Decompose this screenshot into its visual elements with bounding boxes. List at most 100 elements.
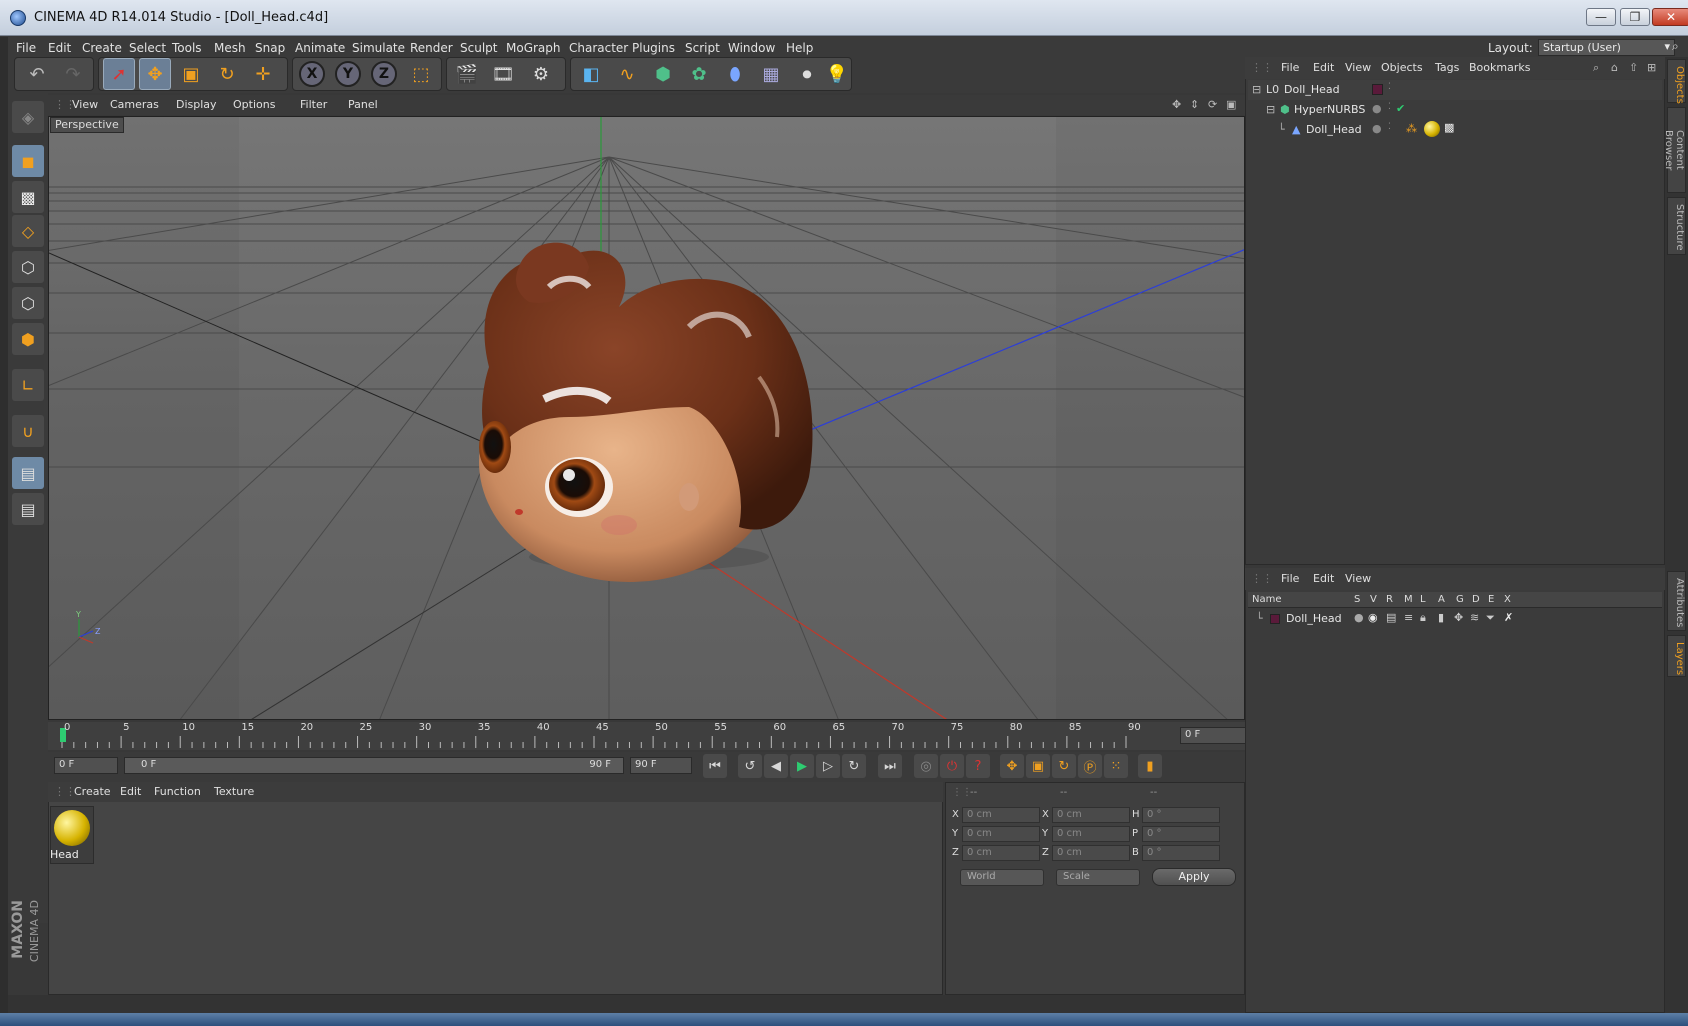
edges-mode-icon[interactable]: ⬡ bbox=[12, 287, 44, 319]
key-parameter-icon[interactable]: Ⓟ bbox=[1078, 754, 1102, 778]
next-key-icon[interactable]: ↻ bbox=[842, 754, 866, 778]
grid-snap-icon[interactable]: ▤ bbox=[12, 493, 44, 525]
undo-icon[interactable]: ↶ bbox=[21, 58, 53, 90]
object-row-doll-head-mesh[interactable]: └ ▲ Doll_Head ● ⁚ ⁂ ▩ bbox=[1248, 120, 1662, 140]
y-axis-lock-button[interactable]: Y bbox=[335, 61, 361, 87]
layer-color-swatch[interactable] bbox=[1372, 84, 1383, 95]
menu-edit[interactable]: Edit bbox=[48, 41, 71, 55]
snap-magnet-icon[interactable]: ∪ bbox=[12, 415, 44, 447]
coordinate-system-icon[interactable]: ⬚ bbox=[405, 58, 437, 90]
key-rotation-icon[interactable]: ↻ bbox=[1052, 754, 1076, 778]
render-picture-viewer-icon[interactable]: 🎞 bbox=[487, 58, 519, 90]
menu-mesh[interactable]: Mesh bbox=[214, 41, 246, 55]
scale-tool-icon[interactable]: ▣ bbox=[175, 58, 207, 90]
viewport-menu-options[interactable]: Options bbox=[233, 98, 275, 111]
layout-dropdown[interactable]: Startup (User) ▾ bbox=[1538, 39, 1675, 56]
material-menu-function[interactable]: Function bbox=[154, 785, 201, 798]
menu-select[interactable]: Select bbox=[129, 41, 166, 55]
timeline-ruler[interactable]: 0 5 10 15 20 25 30 35 40 45 50 55 60 65 70 75 80 85 90 bbox=[48, 722, 1245, 750]
axis-mode-icon[interactable]: ∟ bbox=[12, 369, 44, 401]
rotate-tool-icon[interactable]: ↻ bbox=[211, 58, 243, 90]
z-axis-lock-button[interactable]: Z bbox=[371, 61, 397, 87]
menu-snap[interactable]: Snap bbox=[255, 41, 285, 55]
tab-content-browser[interactable]: Content Browser bbox=[1663, 107, 1686, 193]
animation-icon[interactable]: ▮ bbox=[1438, 611, 1444, 624]
key-position-icon[interactable]: ✥ bbox=[1000, 754, 1024, 778]
menu-create[interactable]: Create bbox=[82, 41, 122, 55]
viewport-menu-cameras[interactable]: Cameras bbox=[110, 98, 159, 111]
new-panel-icon[interactable]: ⊞ bbox=[1647, 61, 1656, 74]
layer-menu-view[interactable]: View bbox=[1345, 572, 1371, 585]
apply-button[interactable]: Apply bbox=[1152, 868, 1236, 886]
rot-p-field[interactable]: 0 ° bbox=[1142, 826, 1220, 842]
workplane-icon[interactable]: ◇ bbox=[12, 215, 44, 247]
light-icon[interactable]: 💡 bbox=[821, 58, 853, 90]
object-menu-file[interactable]: File bbox=[1281, 61, 1299, 74]
expand-icon[interactable]: ⊟ bbox=[1266, 103, 1275, 116]
timeline-window-icon[interactable]: ▮ bbox=[1138, 754, 1162, 778]
pos-z-field[interactable]: 0 cm bbox=[962, 845, 1040, 861]
minimize-button[interactable]: — bbox=[1586, 8, 1616, 26]
menu-tools[interactable]: Tools bbox=[172, 41, 202, 55]
key-pla-icon[interactable]: ⁙ bbox=[1104, 754, 1128, 778]
viewport-menu-display[interactable]: Display bbox=[176, 98, 217, 111]
menu-simulate[interactable]: Simulate bbox=[352, 41, 405, 55]
record-keys-icon[interactable]: ◎ bbox=[914, 754, 938, 778]
prev-frame-icon[interactable]: ◀ bbox=[764, 754, 788, 778]
layer-menu-edit[interactable]: Edit bbox=[1313, 572, 1334, 585]
doll-head-model[interactable] bbox=[479, 242, 813, 582]
nurbs-icon[interactable]: ⬢ bbox=[647, 58, 679, 90]
menu-file[interactable]: File bbox=[16, 41, 36, 55]
object-row-doll-head[interactable]: ⊟ L0 Doll_Head ⁚ bbox=[1248, 80, 1662, 100]
size-z-field[interactable]: 0 cm bbox=[1052, 845, 1130, 861]
deformer-icon[interactable]: ⬮ bbox=[719, 58, 751, 90]
search-icon[interactable]: ⌕ bbox=[1672, 39, 1688, 55]
material-menu-texture[interactable]: Texture bbox=[214, 785, 254, 798]
goto-end-icon[interactable]: ⏭ bbox=[878, 754, 902, 778]
menu-script[interactable]: Script bbox=[685, 41, 720, 55]
viewport-menu-filter[interactable]: Filter bbox=[300, 98, 327, 111]
pos-y-field[interactable]: 0 cm bbox=[962, 826, 1040, 842]
tab-attributes[interactable]: Attributes bbox=[1667, 571, 1686, 631]
play-icon[interactable]: ▶ bbox=[790, 754, 814, 778]
layer-color-swatch[interactable] bbox=[1270, 614, 1280, 624]
goto-start-icon[interactable]: ⏮ bbox=[703, 754, 727, 778]
pos-x-field[interactable]: 0 cm bbox=[962, 807, 1040, 823]
menu-help[interactable]: Help bbox=[786, 41, 813, 55]
render-view-icon[interactable]: 🎬 bbox=[451, 58, 483, 90]
object-menu-tags[interactable]: Tags bbox=[1435, 61, 1459, 74]
make-editable-icon[interactable]: ◈ bbox=[12, 101, 44, 133]
search-icon[interactable]: ⌕ bbox=[1593, 61, 1599, 75]
points-mode-icon[interactable]: ⬡ bbox=[12, 251, 44, 283]
menu-sculpt[interactable]: Sculpt bbox=[460, 41, 497, 55]
camera-icon[interactable]: ⏺ bbox=[791, 58, 823, 90]
enabled-check-icon[interactable]: ✔ bbox=[1396, 102, 1405, 115]
menu-window[interactable]: Window bbox=[728, 41, 775, 55]
start-frame-field[interactable]: 0 F bbox=[54, 757, 118, 774]
workplane-lock-icon[interactable]: ▤ bbox=[12, 457, 44, 489]
size-x-field[interactable]: 0 cm bbox=[1052, 807, 1130, 823]
size-mode-dropdown[interactable]: Scale bbox=[1056, 869, 1140, 886]
recent-tool-icon[interactable]: ✛ bbox=[247, 58, 279, 90]
object-menu-objects[interactable]: Objects bbox=[1381, 61, 1423, 74]
visibility-dot-icon[interactable]: ● bbox=[1372, 122, 1382, 135]
live-selection-icon[interactable]: ➚ bbox=[103, 58, 135, 90]
keyframe-selection-icon[interactable]: ? bbox=[966, 754, 990, 778]
tab-objects[interactable]: Objects bbox=[1667, 59, 1686, 104]
tab-structure[interactable]: Structure bbox=[1667, 197, 1686, 255]
rot-h-field[interactable]: 0 ° bbox=[1142, 807, 1220, 823]
visibility-dots-icon[interactable]: ⁚ bbox=[1388, 82, 1391, 92]
menu-character[interactable]: Character bbox=[569, 41, 628, 55]
spline-icon[interactable]: ∿ bbox=[611, 58, 643, 90]
render-icon[interactable]: ▤ bbox=[1386, 611, 1396, 624]
size-y-field[interactable]: 0 cm bbox=[1052, 826, 1130, 842]
solo-icon[interactable]: ● bbox=[1354, 611, 1364, 624]
menu-plugins[interactable]: Plugins bbox=[632, 41, 675, 55]
expand-icon[interactable]: ⊟ bbox=[1252, 83, 1261, 96]
model-mode-icon[interactable]: ◼ bbox=[12, 145, 44, 177]
key-scale-icon[interactable]: ▣ bbox=[1026, 754, 1050, 778]
layer-row-doll-head[interactable]: └ Doll_Head ● ◉ ▤ ≡ 🔒︎ ▮ ✥ ≋ ⏷ ✗ bbox=[1248, 610, 1662, 628]
material-menu-create[interactable]: Create bbox=[74, 785, 111, 798]
cube-icon[interactable]: ◧ bbox=[575, 58, 607, 90]
rot-b-field[interactable]: 0 ° bbox=[1142, 845, 1220, 861]
